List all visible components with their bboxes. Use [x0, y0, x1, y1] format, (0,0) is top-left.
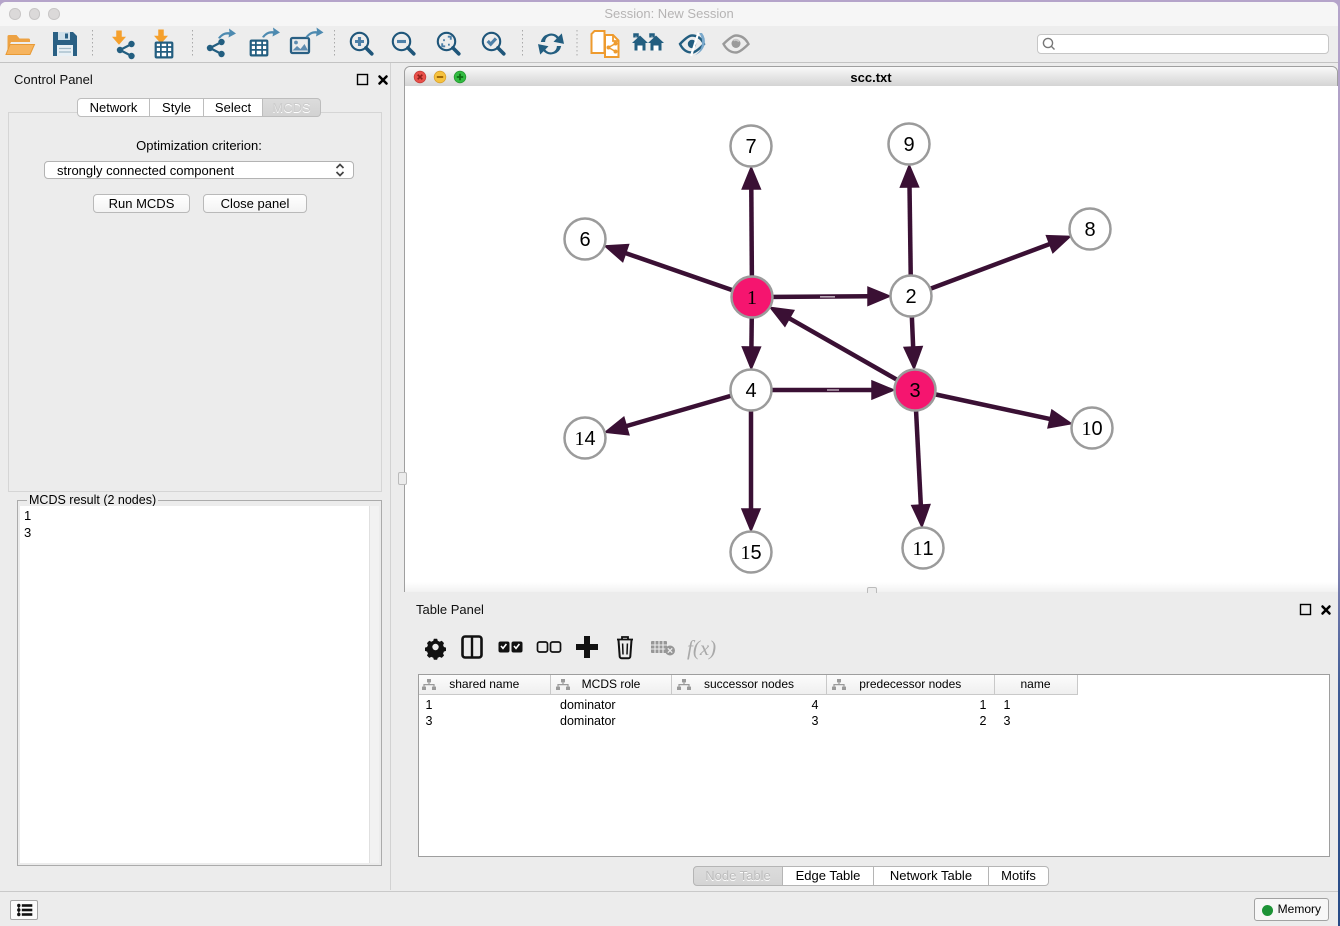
svg-text:11: 11 [912, 538, 933, 560]
svg-text:10: 10 [1081, 418, 1102, 440]
svg-text:9: 9 [903, 134, 914, 156]
svg-text:8: 8 [1084, 219, 1095, 241]
svg-text:3: 3 [909, 380, 920, 402]
svg-text:4: 4 [745, 380, 756, 402]
svg-text:7: 7 [745, 136, 756, 158]
svg-text:1: 1 [747, 287, 757, 309]
svg-text:2: 2 [905, 286, 916, 308]
svg-text:6: 6 [579, 229, 590, 251]
svg-text:15: 15 [740, 542, 761, 564]
svg-text:14: 14 [574, 428, 595, 450]
svg-text:f(x): f(x) [687, 636, 716, 660]
